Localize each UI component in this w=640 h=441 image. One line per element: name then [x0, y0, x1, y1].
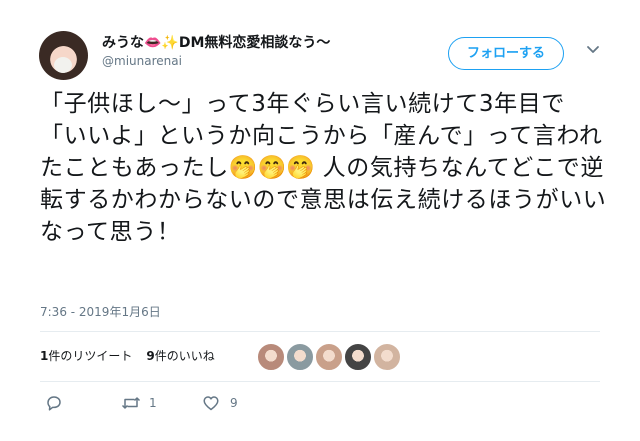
- user-handle[interactable]: @miunarenai: [102, 54, 182, 68]
- chevron-down-icon[interactable]: [584, 40, 602, 58]
- engagement-stats: 1件のリツイート 9件のいいね: [40, 347, 215, 364]
- liker-avatar[interactable]: [315, 343, 343, 371]
- retweet-count: 1: [149, 396, 157, 410]
- liker-avatar[interactable]: [286, 343, 314, 371]
- liker-avatar[interactable]: [344, 343, 372, 371]
- like-count: 9: [230, 396, 238, 410]
- like-count-stat[interactable]: 9: [146, 349, 154, 363]
- tweet-timestamp[interactable]: 7:36 - 2019年1月6日: [40, 303, 161, 320]
- display-name-emoji: 👄✨: [144, 35, 179, 51]
- tweet-emojis: 🤭🤭🤭: [228, 155, 315, 181]
- liker-avatar[interactable]: [257, 343, 285, 371]
- reply-icon: [47, 396, 61, 411]
- display-name-suffix: DM無料恋愛相談なう〜: [178, 35, 331, 51]
- display-name-text: みうな: [102, 35, 144, 51]
- retweet-stat-label[interactable]: 件のリツイート: [48, 349, 132, 363]
- avatar[interactable]: [39, 31, 88, 80]
- liker-avatar[interactable]: [373, 343, 401, 371]
- like-stat-label[interactable]: 件のいいね: [155, 349, 215, 363]
- divider: [40, 331, 600, 332]
- heart-icon: [203, 396, 219, 411]
- follow-button[interactable]: フォローする: [448, 37, 564, 70]
- retweet-icon: [121, 397, 141, 409]
- display-name[interactable]: みうな👄✨DM無料恋愛相談なう〜: [102, 32, 330, 52]
- tweet-text: 「子供ほし〜」って3年ぐらい言い続けて3年目で「いいよ」というか向こうから「産ん…: [40, 88, 610, 248]
- divider: [40, 381, 600, 382]
